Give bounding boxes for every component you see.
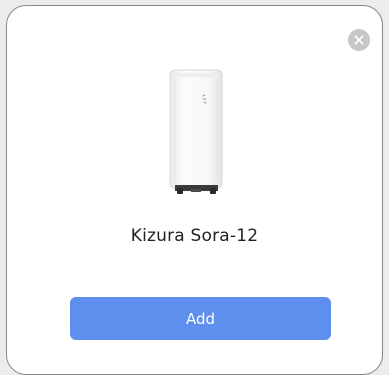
close-icon — [354, 35, 364, 45]
close-button[interactable] — [348, 29, 370, 51]
screen: Kizura Sora-12 Add — [0, 0, 389, 375]
add-button[interactable]: Add — [70, 297, 331, 340]
add-device-dialog: Kizura Sora-12 Add — [6, 5, 383, 375]
portable-air-conditioner-icon — [169, 69, 223, 194]
device-name: Kizura Sora-12 — [130, 226, 259, 246]
product-image — [137, 68, 255, 198]
